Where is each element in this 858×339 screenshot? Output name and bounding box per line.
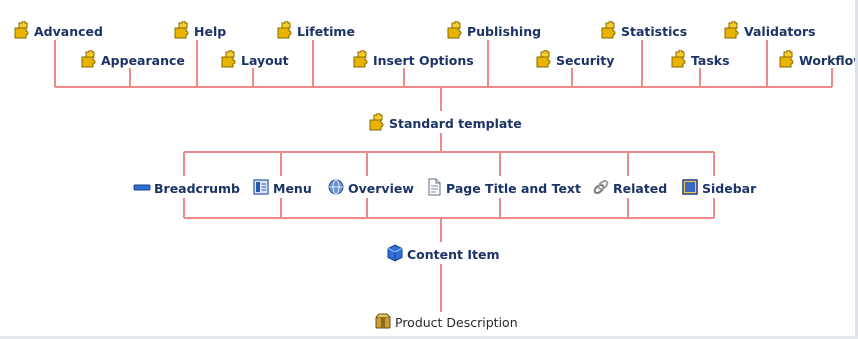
puzzle-piece-icon [368, 112, 386, 135]
node-label: Advanced [34, 24, 103, 39]
sidebar-icon [681, 178, 699, 200]
node-label: Page Title and Text [446, 181, 581, 196]
node-tasks[interactable]: Tasks [670, 49, 730, 72]
node-label: Workflow [799, 53, 858, 68]
node-workflow[interactable]: Workflow [778, 49, 858, 72]
puzzle-piece-icon [173, 20, 191, 43]
puzzle-piece-icon [778, 49, 796, 72]
node-overview[interactable]: Overview [327, 178, 414, 200]
puzzle-piece-icon [13, 20, 31, 43]
node-security[interactable]: Security [535, 49, 615, 72]
puzzle-piece-icon [723, 20, 741, 43]
node-label: Standard template [389, 116, 522, 131]
node-menu[interactable]: Menu [252, 178, 312, 200]
node-publishing[interactable]: Publishing [446, 20, 542, 43]
link-icon [592, 178, 610, 200]
puzzle-piece-icon [80, 49, 98, 72]
puzzle-piece-icon [276, 20, 294, 43]
node-page-title-and-text[interactable]: Page Title and Text [425, 178, 581, 200]
globe-icon [327, 178, 345, 200]
node-sidebar[interactable]: Sidebar [681, 178, 756, 200]
puzzle-piece-icon [670, 49, 688, 72]
puzzle-piece-icon [220, 49, 238, 72]
puzzle-piece-icon [535, 49, 553, 72]
puzzle-piece-icon [446, 20, 464, 43]
puzzle-piece-icon [352, 49, 370, 72]
node-label: Statistics [621, 24, 688, 39]
node-related[interactable]: Related [592, 178, 667, 200]
node-label: Breadcrumb [154, 181, 240, 196]
node-label: Sidebar [702, 181, 757, 196]
node-insert-options[interactable]: Insert Options [352, 49, 474, 72]
node-label: Insert Options [373, 53, 474, 68]
node-statistics[interactable]: Statistics [600, 20, 688, 43]
node-advanced[interactable]: Advanced [13, 20, 103, 43]
node-label: Product Description [395, 315, 518, 330]
node-label: Content Item [407, 247, 500, 262]
node-layout[interactable]: Layout [220, 49, 289, 72]
node-label: Validators [744, 24, 816, 39]
node-label: Tasks [691, 53, 730, 68]
node-label: Overview [348, 181, 414, 196]
node-appearance[interactable]: Appearance [80, 49, 185, 72]
node-standard-template[interactable]: Standard template [368, 112, 522, 135]
node-breadcrumb[interactable]: Breadcrumb [133, 178, 240, 200]
node-label: Appearance [101, 53, 185, 68]
node-label: Help [194, 24, 227, 39]
node-label: Related [613, 181, 668, 196]
node-content-item[interactable]: Content Item [386, 244, 499, 266]
package-icon [374, 312, 392, 334]
node-label: Layout [241, 53, 289, 68]
node-validators[interactable]: Validators [723, 20, 816, 43]
node-help[interactable]: Help [173, 20, 227, 43]
cube-icon [386, 244, 404, 266]
template-inheritance-diagram: Advanced Appearance Help Layout Lifetime Inse… [0, 0, 858, 339]
menu-icon [252, 178, 270, 200]
breadcrumb-bar-icon [133, 178, 151, 200]
node-label: Security [556, 53, 615, 68]
puzzle-piece-icon [600, 20, 618, 43]
node-label: Publishing [467, 24, 542, 39]
node-product-description[interactable]: Product Description [374, 312, 518, 334]
node-label: Menu [273, 181, 312, 196]
node-lifetime[interactable]: Lifetime [276, 20, 355, 43]
node-label: Lifetime [297, 24, 355, 39]
document-icon [425, 178, 443, 200]
